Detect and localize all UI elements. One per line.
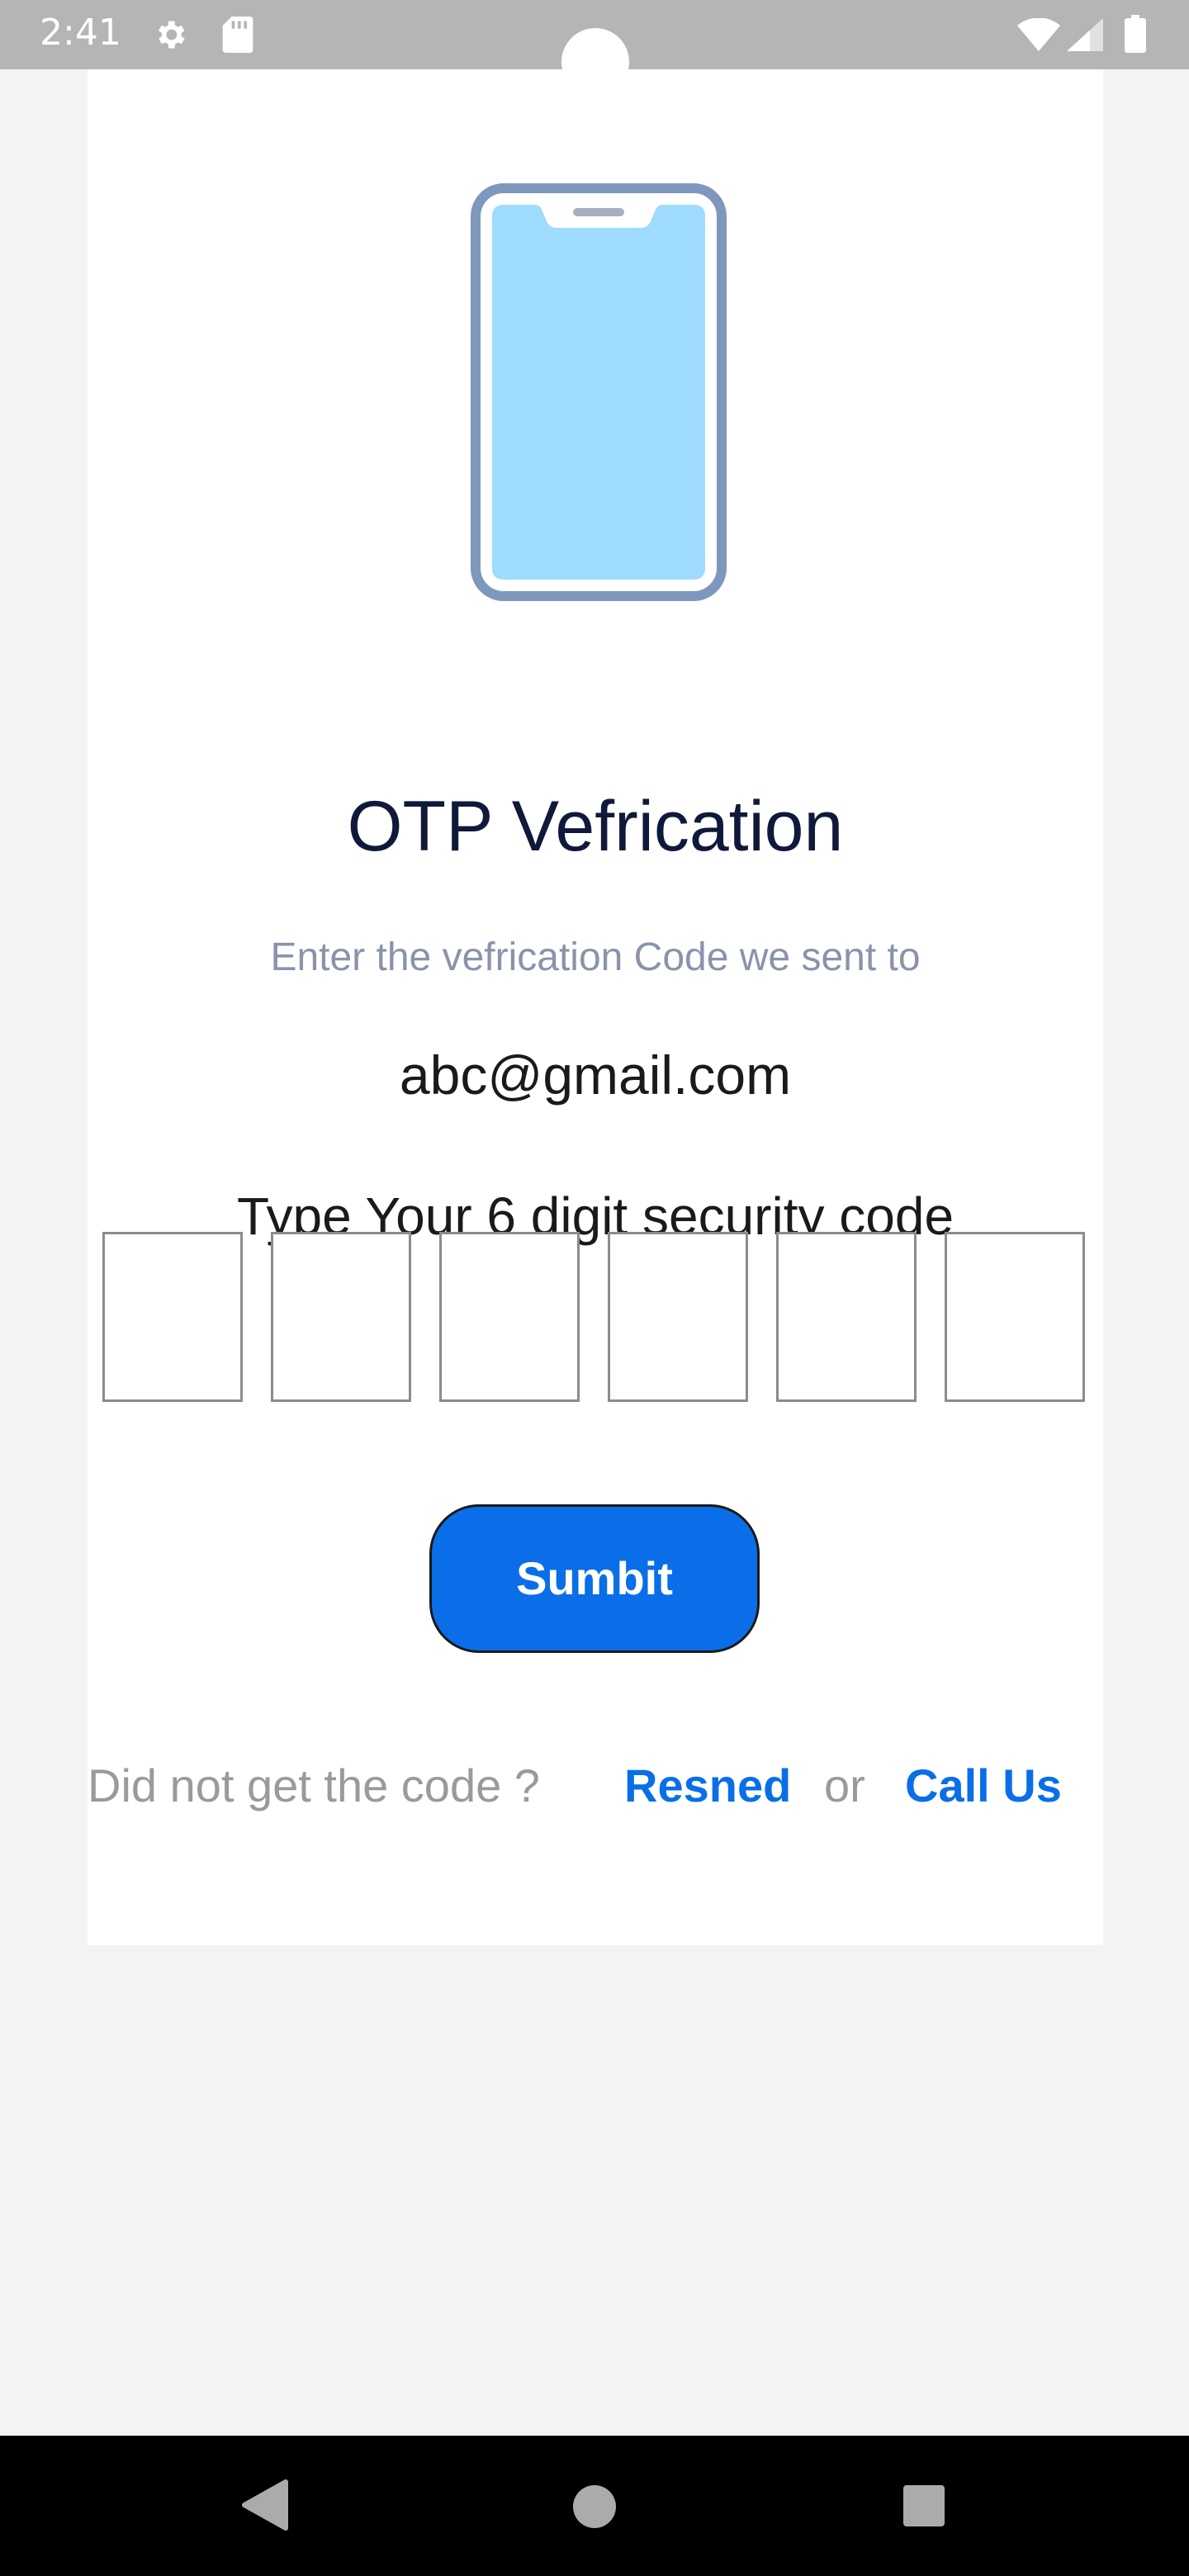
otp-input-row: [102, 1232, 1093, 1409]
sd-card-icon: [222, 17, 253, 53]
resend-row: Did not get the code ? Resned or Call Us: [88, 1759, 1103, 1825]
email-address: abc@gmail.com: [399, 1044, 792, 1106]
home-icon[interactable]: [571, 2484, 618, 2530]
call-us-link[interactable]: Call Us: [905, 1759, 1062, 1812]
battery-icon: [1125, 15, 1146, 53]
resend-link[interactable]: Resned: [624, 1759, 791, 1812]
or-text: or: [824, 1759, 865, 1811]
camera-cutout: [561, 28, 629, 96]
submit-button[interactable]: Sumbit: [429, 1504, 760, 1653]
phone-illustration-icon: [471, 183, 727, 601]
page-title: OTP Vefrication: [347, 787, 844, 866]
screen-corner: [1156, 69, 1189, 102]
recents-icon[interactable]: [902, 2484, 946, 2528]
resend-prompt: Did not get the code ?: [88, 1759, 540, 1811]
gear-icon: [159, 21, 185, 49]
otp-digit-5[interactable]: [776, 1232, 917, 1402]
navigation-bar: [0, 2436, 1189, 2576]
otp-digit-2[interactable]: [271, 1232, 411, 1402]
otp-digit-3[interactable]: [439, 1232, 580, 1402]
otp-digit-6[interactable]: [945, 1232, 1085, 1402]
otp-card: OTP Vefrication Enter the vefrication Co…: [88, 69, 1103, 1945]
page-subtitle: Enter the vefrication Code we sent to: [270, 935, 921, 979]
screen-corner: [0, 69, 33, 102]
back-icon[interactable]: [239, 2479, 289, 2531]
otp-digit-1[interactable]: [102, 1232, 243, 1402]
otp-digit-4[interactable]: [608, 1232, 748, 1402]
status-time: 2:41: [40, 12, 121, 54]
signal-icon: [1067, 18, 1103, 51]
wifi-icon: [1017, 18, 1060, 51]
